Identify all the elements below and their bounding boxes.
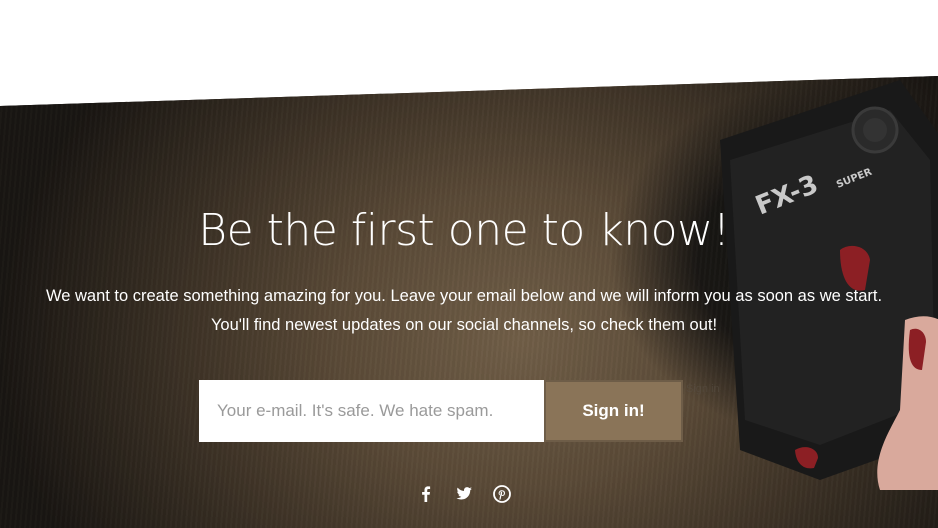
- subtitle-line-2: You'll find newest updates on our social…: [210, 316, 718, 334]
- landing-content: Be the first one to know! We want to cre…: [0, 0, 938, 528]
- facebook-icon[interactable]: [416, 484, 436, 504]
- email-input[interactable]: [199, 380, 544, 442]
- pinterest-icon[interactable]: [492, 484, 512, 504]
- ghost-sign-in-label: Sign in: [686, 383, 720, 395]
- social-links: [0, 484, 928, 504]
- signup-form: Sign in!: [199, 380, 683, 442]
- page-title: Be the first one to know!: [198, 205, 730, 256]
- sign-in-button[interactable]: Sign in!: [544, 380, 683, 442]
- subtitle-line-1: We want to create something amazing for …: [45, 287, 883, 305]
- twitter-icon[interactable]: [454, 484, 474, 504]
